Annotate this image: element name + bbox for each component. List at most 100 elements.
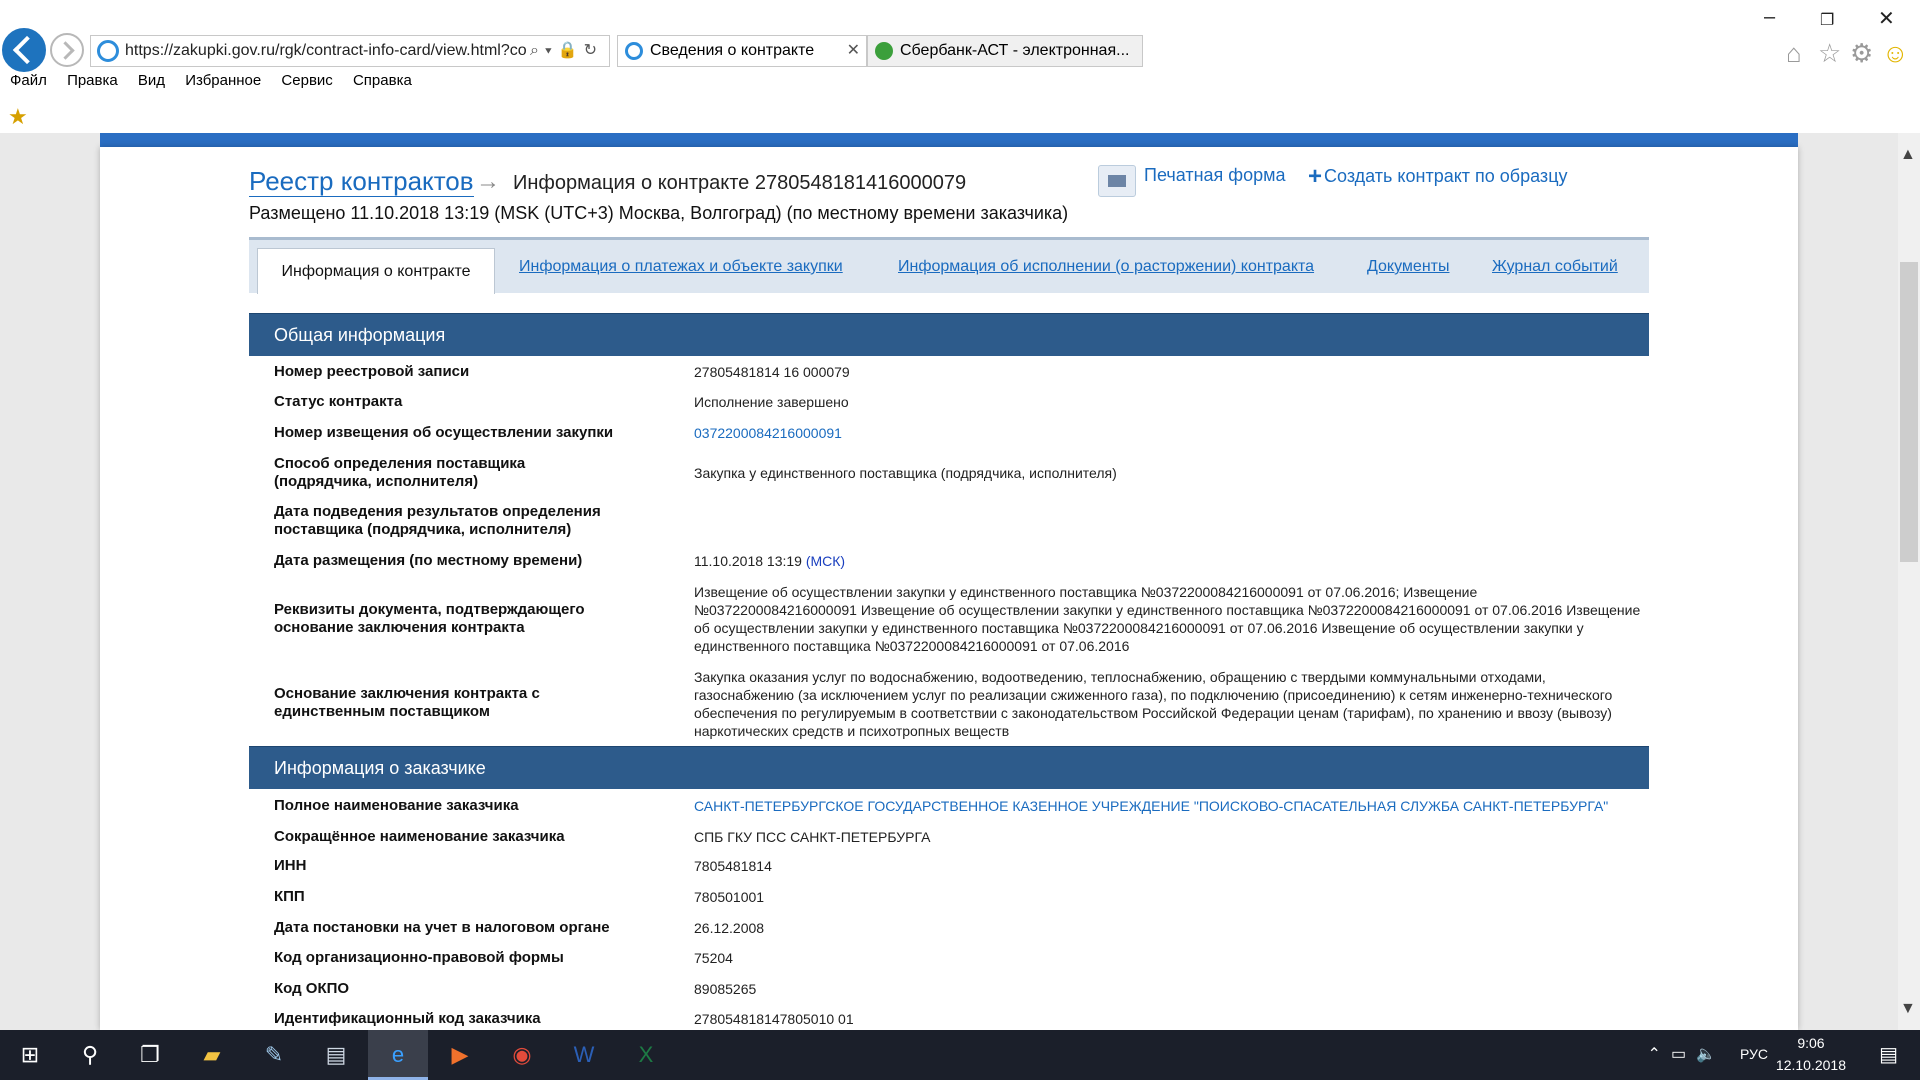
menu-view[interactable]: Вид: [138, 72, 165, 89]
favorites-bar-star-icon[interactable]: ★: [8, 104, 28, 130]
ie-icon: [97, 40, 119, 62]
minimize-button[interactable]: –: [1764, 6, 1775, 29]
field-label: Полное наименование заказчика: [274, 797, 519, 814]
media-player-icon[interactable]: ▶: [430, 1030, 490, 1080]
clock[interactable]: 9:06 12.10.2018: [1776, 1032, 1846, 1076]
page-background-right: [1798, 133, 1900, 1030]
field-value: 75204: [694, 950, 733, 966]
section-customer-header: Информация о заказчике: [249, 746, 1649, 789]
menu-help[interactable]: Справка: [353, 72, 412, 89]
field-value: 278054818147805010 01: [694, 1011, 854, 1027]
feedback-smiley-icon[interactable]: ☺: [1882, 38, 1909, 69]
field-value: Извещение об осуществлении закупки у еди…: [694, 584, 1641, 654]
search-icon[interactable]: ⚲: [60, 1030, 120, 1080]
ie-icon: [625, 42, 643, 60]
field-label: Код организационно-правовой формы: [274, 949, 564, 966]
tab-payments[interactable]: Информация о платежах и объекте закупки: [519, 240, 843, 293]
menu-edit[interactable]: Правка: [67, 72, 118, 89]
browser-tab-title: Сбербанк-АСТ - электронная...: [900, 42, 1130, 59]
forward-button[interactable]: [50, 33, 84, 67]
placement-date: Размещено 11.10.2018 13:19 (MSK (UTC+3) …: [249, 203, 1069, 223]
tab-event-log[interactable]: Журнал событий: [1492, 240, 1618, 293]
windows-start-icon[interactable]: ⊞: [0, 1030, 60, 1080]
field-label: ИНН: [274, 857, 307, 874]
plus-icon: +: [1308, 163, 1323, 190]
chrome-icon[interactable]: ◉: [492, 1030, 552, 1080]
tab-contract-info[interactable]: Информация о контракте: [257, 248, 495, 294]
favorites-icon[interactable]: ☆: [1818, 38, 1841, 69]
system-tray-icons[interactable]: ⌃▭🔈: [1648, 1044, 1726, 1064]
tab-documents[interactable]: Документы: [1367, 240, 1449, 293]
print-form-link[interactable]: Печатная форма: [1144, 165, 1286, 186]
page-background-left: [0, 133, 100, 1030]
close-window-button[interactable]: ✕: [1878, 6, 1895, 31]
back-button[interactable]: [2, 28, 46, 72]
browser-tab-active[interactable]: Сведения о контракте ✕: [617, 35, 867, 67]
field-value: 7805481814: [694, 858, 772, 874]
close-tab-icon[interactable]: ✕: [847, 36, 860, 66]
task-view-icon[interactable]: ❐: [120, 1030, 180, 1080]
field-value: Закупка оказания услуг по водоснабжению,…: [694, 669, 1613, 739]
menu-file[interactable]: Файл: [10, 72, 47, 89]
breadcrumb-arrow-icon: →: [476, 168, 500, 195]
section-general-header: Общая информация: [249, 313, 1649, 356]
field-value: 11.10.2018 13:19 (МСК): [694, 552, 1624, 570]
field-label: Сокращённое наименование заказчика: [274, 828, 565, 845]
settings-icon[interactable]: ⚙: [1850, 38, 1873, 69]
field-value: 780501001: [694, 889, 765, 905]
field-value: СПБ ГКУ ПСС САНКТ-ПЕТЕРБУРГА: [694, 829, 931, 845]
breadcrumb-registry-link[interactable]: Реестр контрактов: [249, 166, 474, 197]
address-tools-icons[interactable]: ⌕▾🔒↻: [530, 36, 603, 66]
field-label: Реквизиты документа, подтверждающего осн…: [274, 601, 585, 636]
field-label: КПП: [274, 888, 305, 905]
field-value: Закупка у единственного поставщика (подр…: [694, 465, 1117, 481]
browser-tab[interactable]: Сбербанк-АСТ - электронная...: [867, 35, 1143, 67]
scroll-down-icon[interactable]: ▼: [1900, 1000, 1916, 1018]
excel-icon[interactable]: X: [616, 1030, 676, 1080]
field-label: Номер извещения об осуществлении закупки: [274, 424, 614, 441]
address-bar[interactable]: https://zakupki.gov.ru/rgk/contract-info…: [90, 35, 610, 67]
restore-button[interactable]: ❐: [1820, 10, 1834, 30]
scrollbar-thumb[interactable]: [1900, 262, 1918, 562]
menu-bar: Файл Правка Вид Избранное Сервис Справка: [0, 72, 418, 96]
contract-tabs: Информация о контракте Информация о плат…: [249, 237, 1649, 294]
browser-tab-title: Сведения о контракте: [650, 42, 815, 59]
scroll-up-icon[interactable]: ▲: [1900, 146, 1916, 164]
word-icon[interactable]: W: [554, 1030, 614, 1080]
field-label: Дата размещения (по местному времени): [274, 552, 583, 569]
site-header-strip: [100, 133, 1798, 147]
field-value: Исполнение завершено: [694, 394, 849, 410]
print-icon[interactable]: [1098, 165, 1136, 197]
app-icon[interactable]: ✎: [244, 1030, 304, 1080]
field-value: 26.12.2008: [694, 920, 765, 936]
placement-datetime: 11.10.2018 13:19: [694, 553, 802, 569]
field-label: Идентификационный код заказчика: [274, 1010, 541, 1027]
field-value: 89085265: [694, 981, 757, 997]
language-indicator[interactable]: РУС: [1740, 1046, 1768, 1062]
field-label: Дата подведения результатов определения …: [274, 503, 601, 538]
sberbank-icon: [875, 42, 893, 60]
field-label: Статус контракта: [274, 393, 403, 410]
internet-explorer-icon[interactable]: e: [368, 1030, 428, 1080]
field-value: 27805481814 16 000079: [694, 364, 850, 380]
home-icon[interactable]: ⌂: [1786, 38, 1802, 69]
notice-number-link[interactable]: 0372200084216000091: [694, 424, 1624, 442]
breadcrumb: Реестр контрактов: [249, 166, 474, 197]
create-by-sample-label: Создать контракт по образцу: [1324, 166, 1568, 186]
clock-time: 9:06: [1797, 1035, 1825, 1051]
calculator-icon[interactable]: ▤: [306, 1030, 366, 1080]
field-label: Номер реестровой записи: [274, 363, 470, 380]
file-explorer-icon[interactable]: ▰: [182, 1030, 242, 1080]
tab-execution[interactable]: Информация об исполнении (о расторжении)…: [898, 240, 1314, 293]
customer-name-link[interactable]: САНКТ-ПЕТЕРБУРГСКОЕ ГОСУДАРСТВЕННОЕ КАЗЕ…: [694, 797, 1624, 815]
notifications-icon[interactable]: ▤: [1879, 1042, 1898, 1067]
address-url: https://zakupki.gov.ru/rgk/contract-info…: [125, 42, 527, 59]
field-label: Основание заключения контракта с единств…: [274, 685, 540, 720]
create-by-sample-link[interactable]: + Создать контракт по образцу: [1308, 163, 1568, 191]
menu-tools[interactable]: Сервис: [281, 72, 332, 89]
timezone-link[interactable]: (МСК): [806, 553, 845, 569]
field-label: Способ определения поставщика (подрядчик…: [274, 455, 526, 490]
menu-favorites[interactable]: Избранное: [185, 72, 261, 89]
page-title: Информация о контракте 27805481814160000…: [513, 172, 967, 194]
clock-date: 12.10.2018: [1775, 1057, 1846, 1073]
